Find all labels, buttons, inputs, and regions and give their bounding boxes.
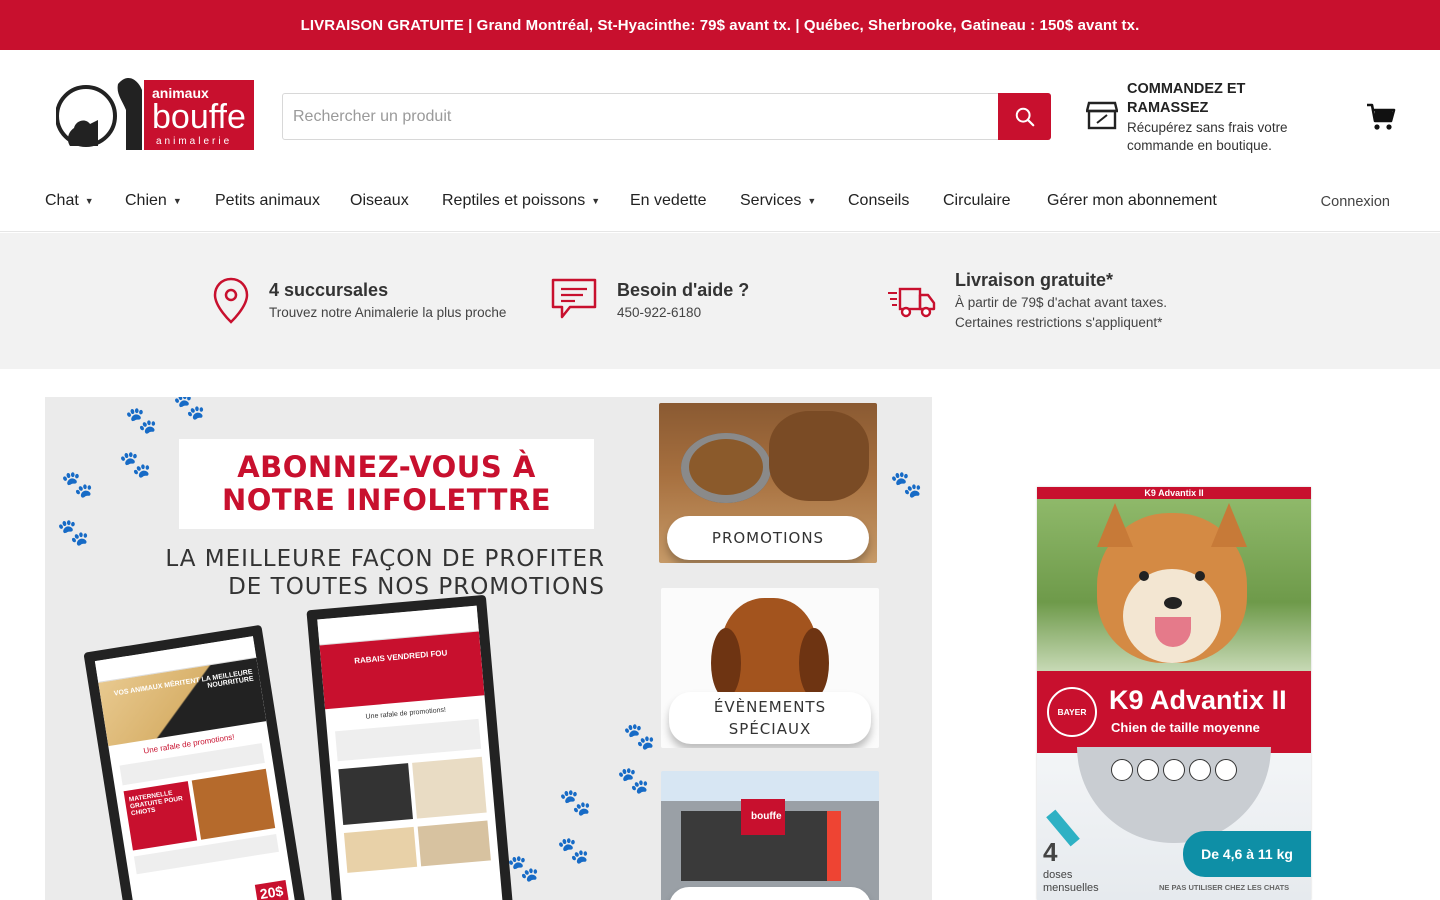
- stores-card-label: [669, 887, 871, 900]
- login-link[interactable]: Connexion: [1321, 194, 1390, 210]
- banner-title-line2: NOTRE INFOLETTRE: [221, 483, 552, 517]
- product-top-band: K9 Advantix II: [1037, 487, 1311, 499]
- product-name: K9 Advantix II: [1109, 685, 1287, 716]
- site-logo[interactable]: animaux bouffe animalerie: [55, 70, 256, 154]
- stores-title: 4 succursales: [269, 280, 389, 300]
- delivery-line2: Certaines restrictions s'appliquent*: [955, 315, 1163, 330]
- promotions-label: PROMOTIONS: [667, 516, 869, 560]
- nav-item-en-vedette[interactable]: En vedette: [630, 192, 707, 210]
- help-title: Besoin d'aide ?: [617, 280, 750, 300]
- search-icon: [1015, 107, 1034, 126]
- search-input[interactable]: [283, 94, 998, 139]
- chevron-down-icon: ▼: [807, 196, 817, 206]
- banner-title: ABONNEZ-VOUS À NOTRE INFOLETTRE: [179, 439, 594, 529]
- phone-right-heading: RABAIS VENDREDI FOU: [319, 631, 485, 710]
- nav-item-label: Services: [740, 192, 802, 209]
- nav-item-label: Oiseaux: [350, 192, 409, 209]
- chevron-down-icon: ▼: [591, 196, 601, 206]
- phone-left-price: 20$: [254, 880, 289, 900]
- delivery-line1: À partir de 79$ d'achat avant taxes.: [955, 295, 1167, 310]
- paw-icon: 🐾: [559, 787, 592, 817]
- nav-item-label: Chien: [125, 192, 167, 209]
- nav-item-chat[interactable]: Chat ▼: [45, 192, 94, 210]
- search-bar: [282, 93, 1051, 140]
- newsletter-banner[interactable]: 🐾 🐾 🐾 🐾 🐾 🐾 🐾 🐾 🐾 🐾 🐾 ABONNEZ-VOUS À NOT…: [45, 397, 932, 900]
- nav-item-circulaire[interactable]: Circulaire: [943, 192, 1011, 210]
- special-events-label-line1: ÉVÈNEMENTS: [713, 698, 827, 716]
- nav-item-label: En vedette: [630, 192, 707, 209]
- product-doses-count: 4: [1043, 837, 1058, 867]
- delivery-title: Livraison gratuite*: [955, 270, 1114, 290]
- map-pin-icon: [213, 277, 249, 324]
- bayer-logo: BAYER: [1047, 687, 1097, 737]
- special-events-label: ÉVÈNEMENTS SPÉCIAUX: [669, 692, 871, 744]
- search-button[interactable]: [998, 93, 1051, 140]
- special-events-label-line2: SPÉCIAUX: [728, 720, 812, 738]
- paw-icon: 🐾: [890, 469, 923, 499]
- featured-product-image[interactable]: K9 Advantix II BAYER K9 Advantix II Chie…: [1037, 487, 1311, 900]
- announcement-text: LIVRAISON GRATUITE | Grand Montréal, St-…: [300, 16, 1140, 34]
- paw-icon: 🐾: [119, 449, 152, 479]
- nav-item-services[interactable]: Services ▼: [740, 192, 816, 210]
- product-name-suffix: II: [1271, 685, 1287, 715]
- nav-item-label: Petits animaux: [215, 192, 320, 209]
- nav-item-label: Conseils: [848, 192, 910, 209]
- product-name-main: K9 Advantix: [1109, 685, 1265, 715]
- nav-item-oiseaux[interactable]: Oiseaux: [350, 192, 409, 210]
- nav-item-reptiles[interactable]: Reptiles et poissons ▼: [442, 192, 600, 210]
- product-weight-badge: De 4,6 à 11 kg: [1183, 831, 1311, 877]
- info-bar: 4 succursales Trouvez notre Animalerie l…: [0, 233, 1440, 369]
- stores-card[interactable]: bouffe: [661, 771, 879, 900]
- paw-icon: 🐾: [57, 517, 90, 547]
- nav-item-label: Gérer mon abonnement: [1047, 192, 1217, 209]
- announcement-bar: LIVRAISON GRATUITE | Grand Montréal, St-…: [0, 0, 1440, 50]
- main-nav: Chat ▼ Chien ▼ Petits animaux Oiseaux Rept…: [0, 180, 1440, 232]
- paw-icon: 🐾: [557, 835, 590, 865]
- cart-icon: [1367, 103, 1396, 130]
- paw-icon: 🐾: [617, 765, 650, 795]
- chat-icon: [551, 278, 597, 319]
- pickup-promo[interactable]: COMMANDEZ ET RAMASSEZ Récupérez sans fra…: [1086, 79, 1316, 159]
- banner-subtitle: LA MEILLEURE FAÇON DE PROFITER DE TOUTES…: [105, 545, 605, 601]
- store-sign-text: bouffe: [751, 811, 782, 822]
- stores-subtitle: Trouvez notre Animalerie la plus proche: [269, 305, 507, 320]
- banner-subtitle-line2: DE TOUTES NOS PROMOTIONS: [228, 574, 605, 600]
- help-phone[interactable]: 450-922-6180: [617, 303, 701, 323]
- nav-item-petits-animaux[interactable]: Petits animaux: [215, 192, 320, 210]
- delivery-truck-icon: [888, 287, 936, 318]
- paw-icon: 🐾: [61, 469, 94, 499]
- chevron-down-icon: ▼: [172, 196, 182, 206]
- cart-button[interactable]: [1366, 102, 1396, 132]
- paw-icon: 🐾: [507, 853, 540, 883]
- special-events-card[interactable]: ÉVÈNEMENTS SPÉCIAUX: [661, 588, 879, 748]
- store-icon: [1086, 101, 1118, 130]
- product-red-band: BAYER K9 Advantix II Chien de taille moy…: [1037, 671, 1311, 753]
- promotions-card[interactable]: PROMOTIONS: [659, 403, 877, 563]
- pickup-title: COMMANDEZ ET RAMASSEZ: [1127, 81, 1246, 116]
- product-warning: NE PAS UTILISER CHEZ LES CHATS: [1159, 883, 1290, 892]
- nav-item-abonnement[interactable]: Gérer mon abonnement: [1047, 192, 1217, 210]
- product-dog-photo: [1037, 499, 1311, 671]
- nav-item-conseils[interactable]: Conseils: [848, 192, 909, 210]
- nav-item-label: Chat: [45, 192, 79, 209]
- paw-icon: 🐾: [623, 721, 656, 751]
- nav-item-label: Reptiles et poissons: [442, 192, 586, 209]
- pickup-description: Récupérez sans frais votre commande en b…: [1127, 120, 1288, 153]
- paw-icon: 🐾: [125, 405, 158, 435]
- phone-left-badge: MATERNELLE GRATUITE POUR CHIOTS: [123, 781, 198, 851]
- nav-item-chien[interactable]: Chien ▼: [125, 192, 182, 210]
- paw-icon: 🐾: [173, 397, 206, 421]
- newsletter-phone-left: VOS ANIMAUX MÉRITENT LA MEILLEURE NOURRI…: [83, 624, 307, 900]
- product-doses-label: doses mensuelles: [1043, 869, 1099, 894]
- product-subtitle: Chien de taille moyenne: [1111, 720, 1260, 735]
- chevron-down-icon: ▼: [84, 196, 94, 206]
- banner-title-line1: ABONNEZ-VOUS À: [237, 450, 536, 484]
- logo-brand-main: bouffe: [152, 98, 246, 136]
- product-bottom: De 4,6 à 11 kg 4 doses mensuelles NE PAS…: [1037, 747, 1311, 900]
- logo-brand-sub: animalerie: [156, 136, 232, 147]
- nav-item-label: Circulaire: [943, 192, 1011, 209]
- product-pest-icons: [1111, 759, 1237, 781]
- banner-subtitle-line1: LA MEILLEURE FAÇON DE PROFITER: [165, 546, 605, 572]
- newsletter-phone-right: RABAIS VENDREDI FOU Une rafale de promot…: [306, 594, 514, 900]
